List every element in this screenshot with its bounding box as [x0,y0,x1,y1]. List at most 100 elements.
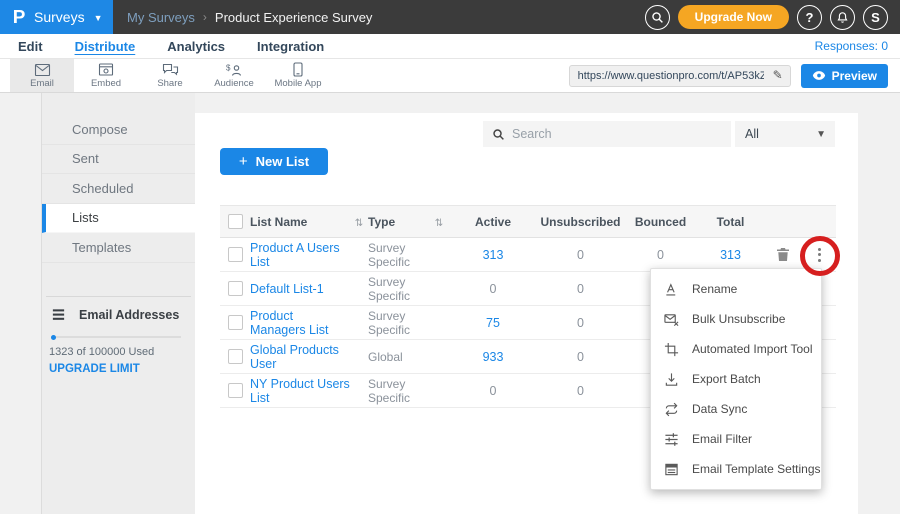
active-count[interactable]: 0 [448,384,538,398]
survey-url-input[interactable] [569,65,791,87]
menu-item-export-batch[interactable]: Export Batch [651,364,821,394]
unsubscribed-count: 0 [538,384,623,398]
menu-item-label: Email Filter [692,432,752,446]
preview-button[interactable]: Preview [801,64,888,88]
total-count[interactable]: 313 [698,248,763,262]
menu-item-email-filter[interactable]: Email Filter [651,424,821,454]
menu-item-rename[interactable]: Rename [651,274,821,304]
row-checkbox[interactable] [228,349,243,364]
email-addresses-divider [46,296,191,297]
tab-integration[interactable]: Integration [257,39,324,54]
row-checkbox[interactable] [228,383,243,398]
filter-value: All [745,127,759,141]
list-name-link[interactable]: NY Product Users List [250,377,350,405]
active-count[interactable]: 933 [448,350,538,364]
toolbar-tab-label: Mobile App [274,78,321,89]
list-name-link[interactable]: Default List-1 [250,282,350,296]
menu-item-label: Data Sync [692,402,747,416]
tab-edit[interactable]: Edit [18,39,43,54]
toolbar-tab-label: Email [30,78,54,89]
upgrade-limit-link[interactable]: UPGRADE LIMIT [49,363,140,375]
sidebar-item-lists[interactable]: Lists [42,204,195,234]
avatar[interactable]: S [863,5,888,30]
row-actions-menu-button[interactable] [814,244,825,266]
list-name-link[interactable]: Product A Users List [250,241,350,269]
distribute-toolbar: Email Embed Share $ Audience Mobile App … [0,59,900,93]
chevron-down-icon: ▼ [94,13,103,23]
row-checkbox[interactable] [228,281,243,296]
sidebar-item-compose[interactable]: Compose [42,115,195,145]
list-filter-dropdown[interactable]: All ▼ [735,121,835,147]
notifications-bell-icon[interactable] [830,5,855,30]
menu-item-label: Rename [692,282,737,296]
bounced-count: 0 [623,248,698,262]
tab-distribute[interactable]: Distribute [75,39,136,54]
sidebar-item-scheduled[interactable]: Scheduled [42,174,195,204]
row-checkbox[interactable] [228,315,243,330]
toolbar-tab-label: Audience [214,78,254,89]
column-total: Total [698,215,763,229]
help-button[interactable]: ? [797,5,822,30]
edit-url-pencil-icon[interactable]: ✎ [768,67,788,84]
upgrade-now-button[interactable]: Upgrade Now [678,5,789,29]
survey-nav: Edit Distribute Analytics Integration Re… [0,34,900,59]
sidebar: Compose Sent Scheduled Lists Templates E… [42,93,195,514]
eye-icon [812,70,826,81]
email-addresses-list-icon [51,307,66,322]
trash-icon [776,247,790,262]
top-header: P Surveys ▼ My Surveys › Product Experie… [0,0,900,34]
select-all-checkbox[interactable] [228,214,243,229]
chevron-down-icon: ▼ [816,129,826,140]
toolbar-tab-label: Embed [91,78,121,89]
sort-icon[interactable]: ⇅ [355,218,363,229]
product-switcher[interactable]: P Surveys ▼ [0,0,113,34]
header-actions: Upgrade Now ? S [645,5,888,30]
email-usage-progress-fill [51,335,56,340]
search-input[interactable] [512,127,731,141]
menu-item-bulk-unsubscribe[interactable]: Bulk Unsubscribe [651,304,821,334]
toolbar-tab-mobile-app[interactable]: Mobile App [266,59,330,92]
toolbar-tab-email[interactable]: Email [10,59,74,92]
row-actions-context-menu: Rename Bulk Unsubscribe Automated Import… [650,268,822,490]
breadcrumb-separator-icon: › [203,10,207,24]
active-count[interactable]: 0 [448,282,538,296]
export-batch-icon [664,372,679,387]
unsubscribed-count: 0 [538,316,623,330]
menu-item-label: Automated Import Tool [692,342,813,356]
toolbar-tab-share[interactable]: Share [138,59,202,92]
email-icon [34,63,51,77]
menu-item-data-sync[interactable]: Data Sync [651,394,821,424]
new-list-button[interactable]: + New List [220,148,328,175]
product-menu-label: Surveys [34,9,85,25]
rename-icon [664,282,679,297]
list-name-link[interactable]: Product Managers List [250,309,350,337]
search-icon [492,128,505,141]
search-icon[interactable] [645,5,670,30]
toolbar-right: ✎ Preview [569,59,888,92]
column-list-name[interactable]: List Name [250,215,350,229]
menu-item-automated-import-tool[interactable]: Automated Import Tool [651,334,821,364]
list-type: Survey Specific [368,377,430,405]
column-type[interactable]: Type [368,215,430,229]
share-icon [162,63,179,77]
toolbar-tab-audience[interactable]: $ Audience [202,59,266,92]
row-checkbox[interactable] [228,247,243,262]
sidebar-item-sent[interactable]: Sent [42,145,195,175]
tab-analytics[interactable]: Analytics [167,39,225,54]
list-name-link[interactable]: Global Products User [250,343,350,371]
unsubscribed-count: 0 [538,282,623,296]
delete-list-button[interactable] [776,247,790,262]
toolbar-tab-label: Share [157,78,182,89]
sort-icon[interactable]: ⇅ [435,218,443,229]
email-usage-text: 1323 of 100000 Used [49,346,154,358]
automated-import-icon [664,342,679,357]
sidebar-item-templates[interactable]: Templates [42,233,195,263]
active-count[interactable]: 75 [448,316,538,330]
breadcrumb-my-surveys[interactable]: My Surveys [127,10,195,25]
active-count[interactable]: 313 [448,248,538,262]
menu-item-email-template-settings[interactable]: Email Template Settings [651,454,821,484]
toolbar-tab-embed[interactable]: Embed [74,59,138,92]
unsubscribed-count: 0 [538,350,623,364]
menu-item-label: Export Batch [692,372,761,386]
column-active: Active [448,215,538,229]
